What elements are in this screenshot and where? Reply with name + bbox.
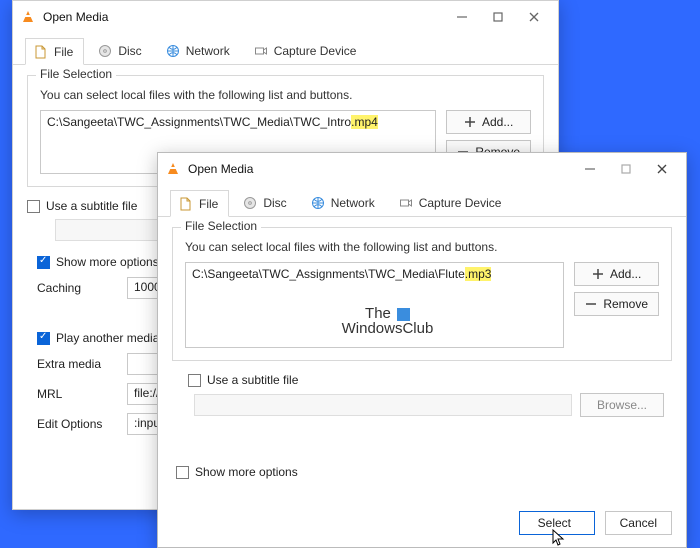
open-media-window-front: Open Media File Disc Network Capture Dev… bbox=[157, 152, 687, 548]
select-button[interactable]: Select bbox=[519, 511, 595, 535]
capture-icon bbox=[254, 44, 268, 58]
minus-icon bbox=[585, 298, 597, 310]
tab-label: Disc bbox=[263, 196, 286, 210]
cancel-button[interactable]: Cancel bbox=[605, 511, 672, 535]
minimize-button[interactable] bbox=[448, 3, 476, 31]
tab-capture[interactable]: Capture Device bbox=[246, 37, 367, 64]
capture-icon bbox=[399, 196, 413, 210]
network-icon bbox=[166, 44, 180, 58]
tab-label: Capture Device bbox=[419, 196, 502, 210]
show-more-checkbox[interactable] bbox=[176, 466, 189, 479]
remove-button[interactable]: Remove bbox=[574, 292, 659, 316]
vlc-icon bbox=[166, 162, 180, 176]
mrl-label: MRL bbox=[37, 387, 127, 401]
tabs: File Disc Network Capture Device bbox=[158, 185, 686, 217]
show-more-label: Show more options bbox=[195, 465, 298, 479]
extra-media-label: Extra media bbox=[37, 357, 127, 371]
tab-disc[interactable]: Disc bbox=[235, 189, 296, 216]
tab-label: File bbox=[54, 45, 73, 59]
play-another-checkbox[interactable] bbox=[37, 332, 50, 345]
groupbox-legend: File Selection bbox=[36, 67, 116, 81]
file-path-ext: .mp3 bbox=[465, 267, 492, 281]
file-path-prefix: C:\Sangeeta\TWC_Assignments\TWC_Media\TW… bbox=[47, 115, 351, 129]
tab-label: File bbox=[199, 197, 218, 211]
tab-label: Capture Device bbox=[274, 44, 357, 58]
select-button-label: Select bbox=[538, 516, 571, 530]
browse-button-label: Browse... bbox=[597, 398, 647, 412]
disc-icon bbox=[243, 196, 257, 210]
file-list[interactable]: C:\Sangeeta\TWC_Assignments\TWC_Media\Fl… bbox=[185, 262, 564, 348]
title-bar: Open Media bbox=[158, 153, 686, 185]
file-icon bbox=[179, 197, 193, 211]
add-button[interactable]: Add... bbox=[574, 262, 659, 286]
subtitle-path-field bbox=[194, 394, 572, 416]
tab-network[interactable]: Network bbox=[303, 189, 385, 216]
subtitle-checkbox-label: Use a subtitle file bbox=[207, 373, 298, 387]
tab-label: Network bbox=[331, 196, 375, 210]
groupbox-legend: File Selection bbox=[181, 219, 261, 233]
plus-icon bbox=[592, 268, 604, 280]
file-path-prefix: C:\Sangeeta\TWC_Assignments\TWC_Media\Fl… bbox=[192, 267, 465, 281]
add-button-label: Add... bbox=[482, 115, 513, 129]
tab-file[interactable]: File bbox=[25, 38, 84, 65]
tab-file[interactable]: File bbox=[170, 190, 229, 217]
edit-options-label: Edit Options bbox=[37, 417, 127, 431]
maximize-button[interactable] bbox=[612, 155, 640, 183]
disc-icon bbox=[98, 44, 112, 58]
plus-icon bbox=[464, 116, 476, 128]
tabs: File Disc Network Capture Device bbox=[13, 33, 558, 65]
file-icon bbox=[34, 45, 48, 59]
tab-label: Disc bbox=[118, 44, 141, 58]
vlc-icon bbox=[21, 10, 35, 24]
subtitle-checkbox[interactable] bbox=[188, 374, 201, 387]
file-selection-hint: You can select local files with the foll… bbox=[185, 240, 659, 254]
tab-label: Network bbox=[186, 44, 230, 58]
close-button[interactable] bbox=[520, 3, 548, 31]
close-button[interactable] bbox=[648, 155, 676, 183]
remove-button-label: Remove bbox=[603, 297, 648, 311]
browse-button[interactable]: Browse... bbox=[580, 393, 664, 417]
tab-disc[interactable]: Disc bbox=[90, 37, 151, 64]
show-more-label: Show more options bbox=[56, 255, 159, 269]
maximize-button[interactable] bbox=[484, 3, 512, 31]
subtitle-checkbox[interactable] bbox=[27, 200, 40, 213]
network-icon bbox=[311, 196, 325, 210]
title-bar: Open Media bbox=[13, 1, 558, 33]
show-more-checkbox[interactable] bbox=[37, 256, 50, 269]
window-title: Open Media bbox=[188, 162, 253, 176]
tab-capture[interactable]: Capture Device bbox=[391, 189, 512, 216]
subtitle-checkbox-label: Use a subtitle file bbox=[46, 199, 137, 213]
file-path-ext: .mp4 bbox=[351, 115, 378, 129]
add-button[interactable]: Add... bbox=[446, 110, 531, 134]
file-selection-group: File Selection You can select local file… bbox=[172, 227, 672, 361]
watermark: The WindowsClub bbox=[342, 306, 434, 338]
minimize-button[interactable] bbox=[576, 155, 604, 183]
cancel-button-label: Cancel bbox=[620, 516, 657, 530]
caching-label: Caching bbox=[37, 281, 127, 295]
window-title: Open Media bbox=[43, 10, 108, 24]
add-button-label: Add... bbox=[610, 267, 641, 281]
tab-network[interactable]: Network bbox=[158, 37, 240, 64]
file-selection-hint: You can select local files with the foll… bbox=[40, 88, 531, 102]
